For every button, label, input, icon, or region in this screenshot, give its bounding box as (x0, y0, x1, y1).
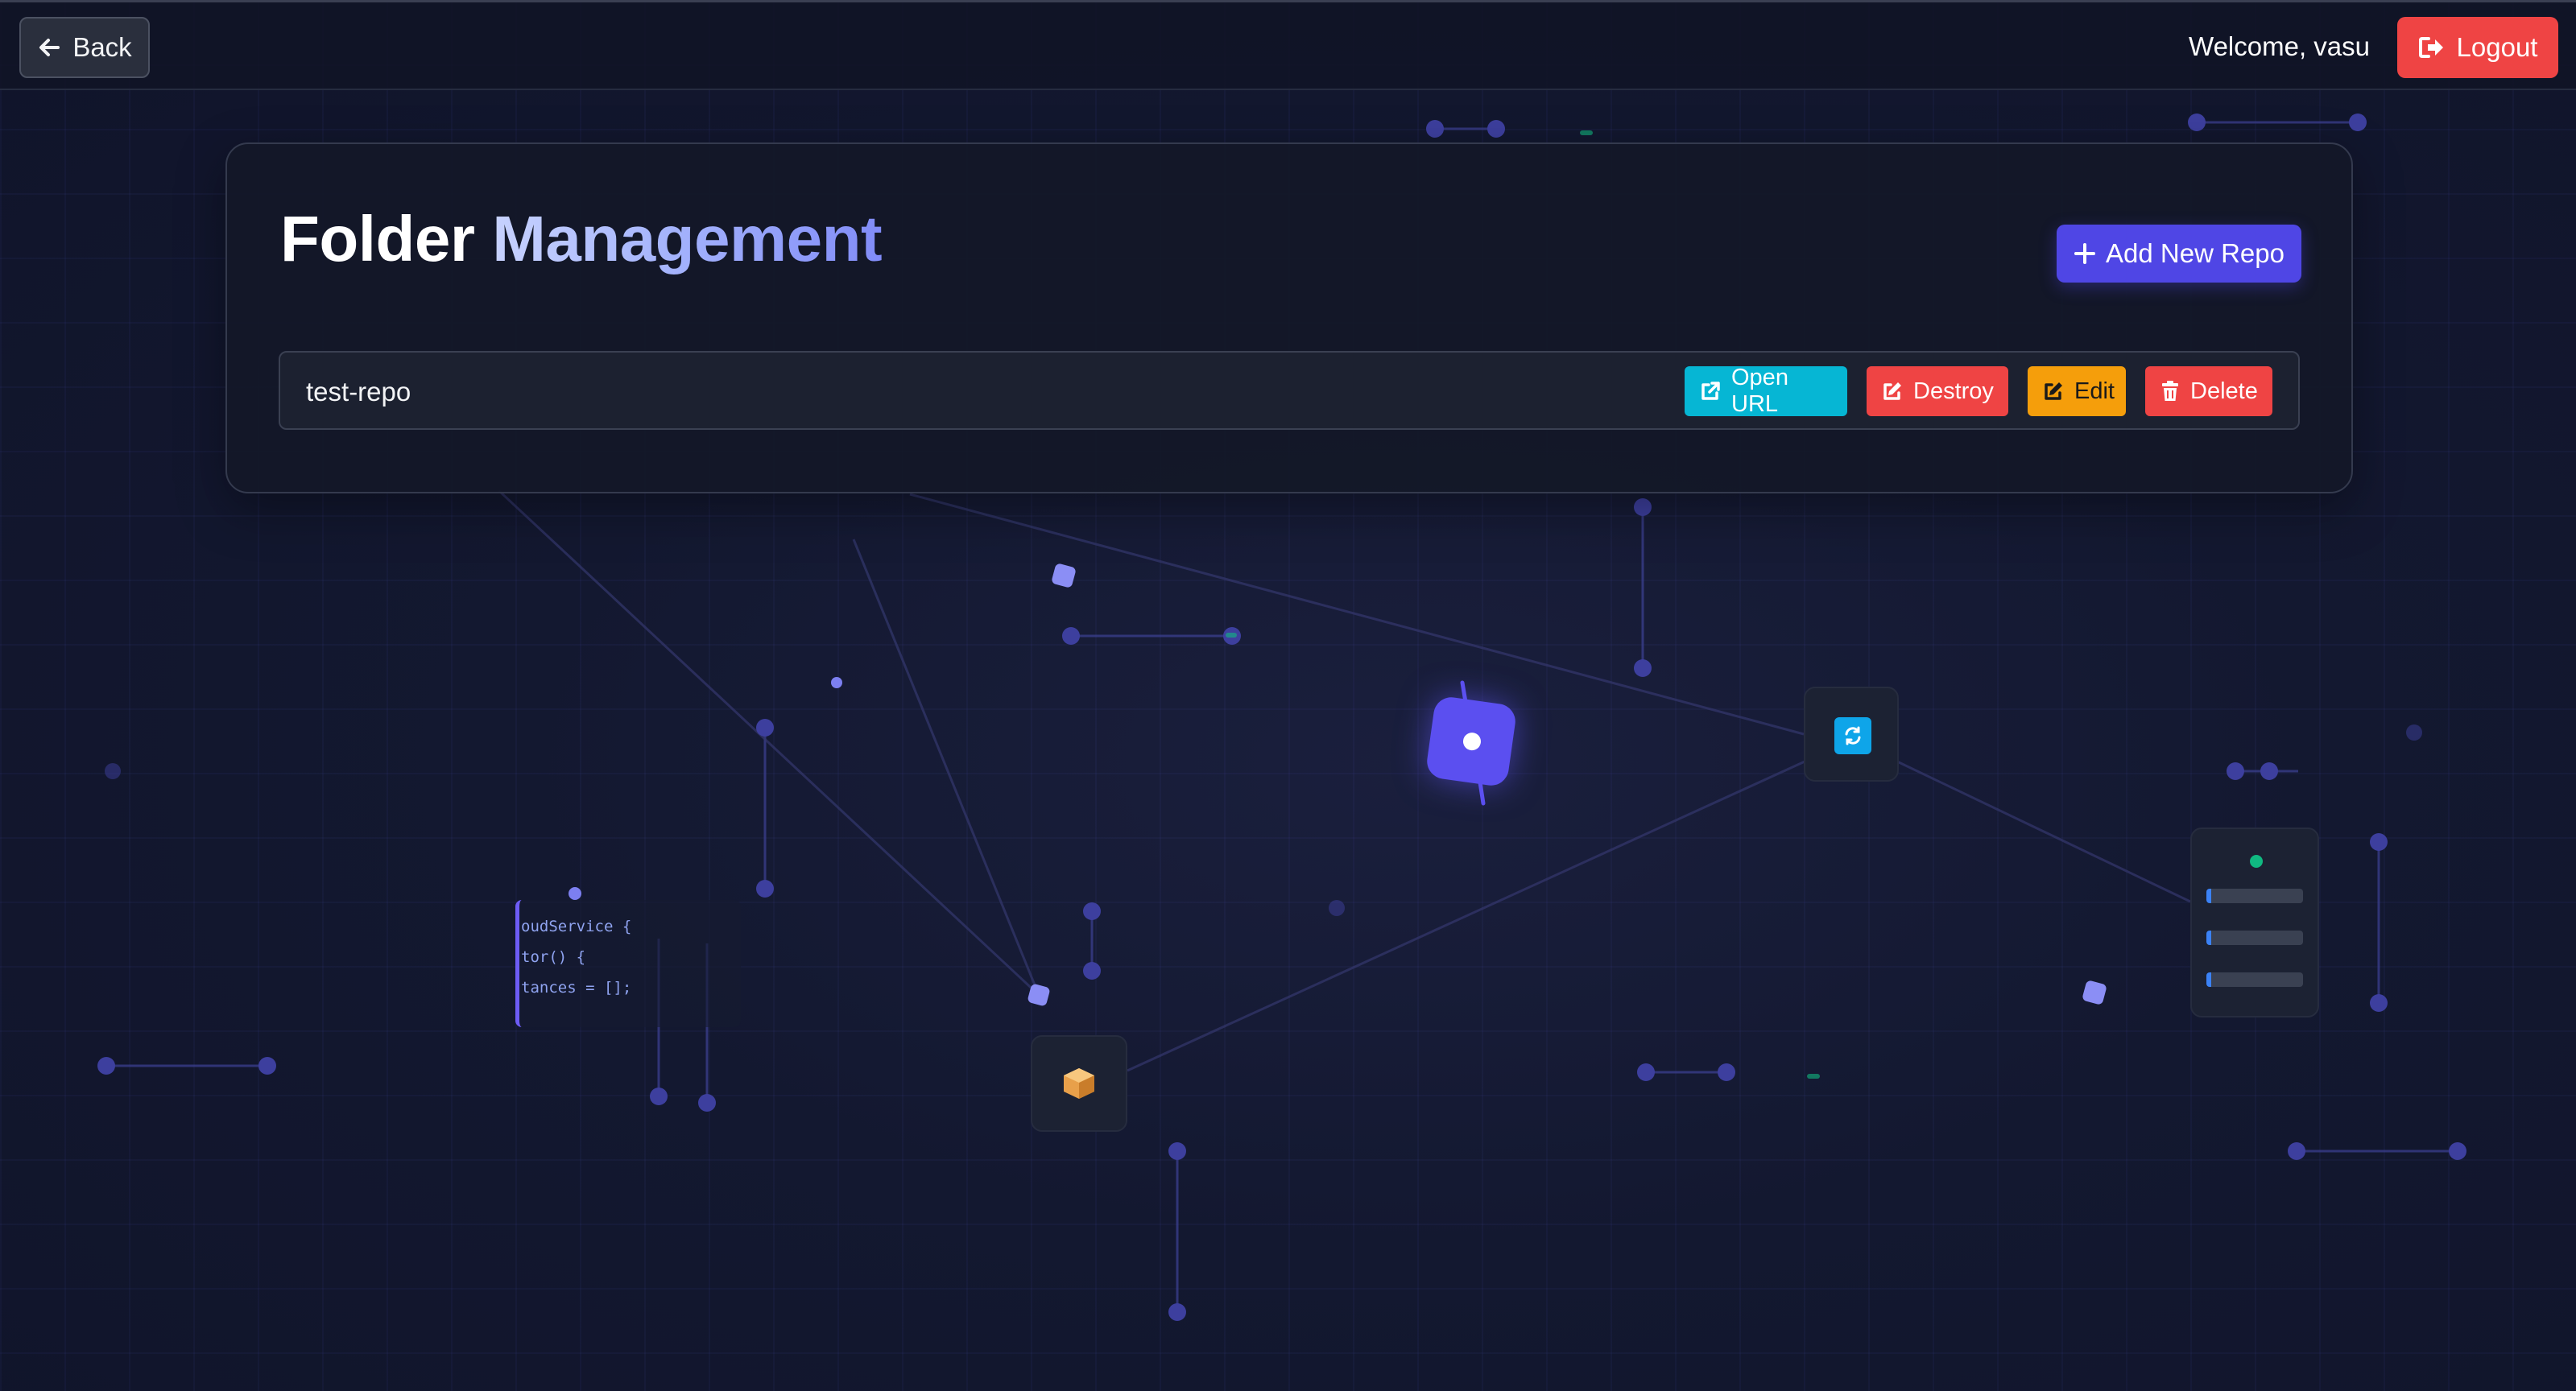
sign-out-icon (2418, 37, 2443, 58)
add-new-repo-label: Add New Repo (2106, 238, 2284, 268)
back-button[interactable]: Back (19, 17, 150, 78)
repo-actions: Open URL Destroy Edit Delete (1685, 365, 2272, 417)
repo-row: test-repo Open URL Destroy Edit Delete (279, 351, 2300, 430)
edit-icon (2045, 382, 2062, 400)
plus-icon (2074, 243, 2096, 264)
hub-dot (1462, 731, 1482, 752)
server-status-led (2250, 855, 2263, 868)
server-bar (2206, 972, 2303, 987)
title-part-1: Folder (280, 203, 475, 274)
page-title: Folder Management (280, 202, 883, 276)
code-line: tances = []; (521, 979, 632, 997)
code-line: tor() { (521, 948, 586, 966)
delete-label: Delete (2190, 378, 2258, 404)
trash-icon (2162, 381, 2178, 401)
server-node-decoration (2190, 828, 2319, 1017)
repo-name: test-repo (306, 377, 411, 407)
server-bar (2206, 889, 2303, 903)
code-line: oudService { (521, 918, 632, 935)
edit-label: Edit (2074, 378, 2115, 404)
external-link-icon (1701, 382, 1720, 400)
delete-button[interactable]: Delete (2145, 366, 2272, 416)
server-bar (2206, 931, 2303, 945)
top-bar: Back Welcome, vasu Logout (0, 0, 2576, 90)
code-snippet-decoration: oudService { tor() { tances = []; (515, 900, 741, 1027)
open-url-label: Open URL (1731, 365, 1788, 417)
welcome-text: Welcome, vasu (2189, 31, 2370, 61)
logout-button[interactable]: Logout (2397, 17, 2558, 78)
logout-button-label: Logout (2456, 32, 2538, 62)
destroy-button[interactable]: Destroy (1867, 366, 2008, 416)
destroy-label: Destroy (1913, 378, 1994, 404)
package-icon (1064, 1068, 1094, 1099)
open-url-button[interactable]: Open URL (1685, 365, 1847, 417)
hub-node-decoration (1424, 695, 1518, 788)
title-part-2: Management (492, 203, 883, 274)
edit-button[interactable]: Edit (2028, 366, 2126, 416)
sync-node-decoration (1804, 687, 1899, 782)
back-button-label: Back (72, 32, 132, 62)
arrow-left-icon (39, 39, 60, 56)
add-new-repo-button[interactable]: Add New Repo (2057, 225, 2301, 283)
folder-management-panel: Folder Management Add New Repo test-repo… (225, 142, 2353, 493)
sync-icon (1834, 717, 1871, 754)
package-node-decoration (1031, 1035, 1127, 1132)
edit-icon (1883, 382, 1901, 400)
